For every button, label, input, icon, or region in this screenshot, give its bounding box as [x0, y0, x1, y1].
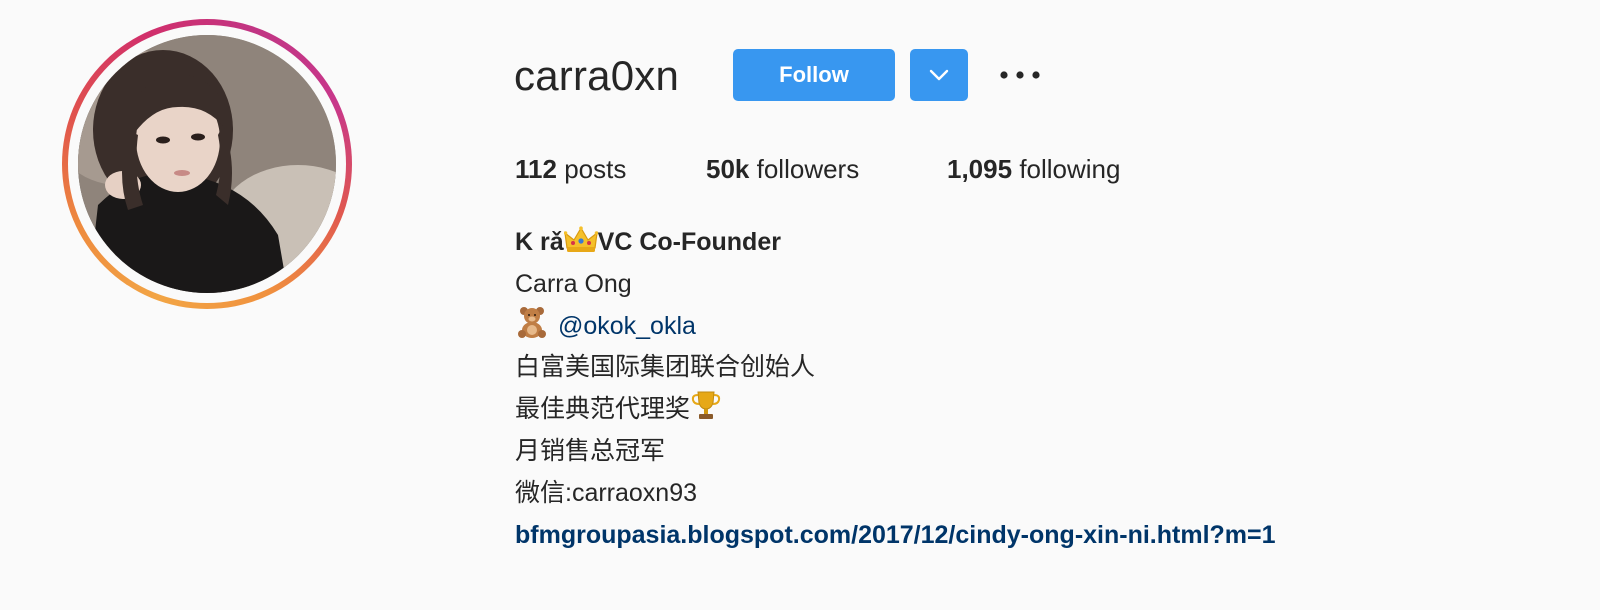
posts-label: posts [564, 154, 627, 184]
more-options-icon [1000, 71, 1040, 79]
profile-bio: K rǎ VC Co-Founder Carra Ong @okok_okla … [515, 222, 1276, 556]
posts-stat: 112 posts [515, 152, 626, 186]
bio-line-4: 微信:carraoxn93 [515, 478, 698, 507]
trophy-icon [690, 389, 722, 435]
crown-icon [563, 226, 598, 268]
bio-line-3: 月销售总冠军 [515, 436, 666, 465]
suggested-accounts-dropdown-button[interactable] [910, 49, 968, 101]
teddy-bear-icon [515, 306, 551, 352]
followers-stat[interactable]: 50k followers [706, 152, 859, 186]
bio-line-1: 白富美国际集团联合创始人 [515, 353, 816, 382]
more-options-button[interactable] [994, 55, 1046, 95]
username: carra0xn [514, 52, 680, 99]
profile-page: carra0xn Follow 112 posts 50k followers … [0, 0, 1600, 610]
followers-count: 50k [706, 154, 750, 184]
display-name-suffix: VC Co-Founder [597, 228, 781, 256]
following-count: 1,095 [947, 154, 1013, 184]
follow-button[interactable]: Follow [733, 49, 895, 101]
website-link[interactable]: bfmgroupasia.blogspot.com/2017/12/cindy-… [515, 515, 1276, 557]
chevron-down-icon [929, 69, 949, 81]
full-name: Carra Ong [515, 269, 632, 298]
following-stat[interactable]: 1,095 following [947, 152, 1120, 186]
bio-mention-line: @okok_okla [515, 306, 1276, 348]
display-name-prefix: K rǎ [515, 228, 564, 256]
avatar[interactable] [78, 35, 336, 293]
mention-link[interactable]: @okok_okla [558, 312, 696, 340]
avatar-story-ring[interactable] [62, 19, 352, 309]
followers-label: followers [756, 154, 860, 184]
bio-line-2: 最佳典范代理奖 [515, 389, 1276, 431]
bio-line-2-text: 最佳典范代理奖 [515, 395, 691, 424]
avatar-image [78, 35, 336, 293]
display-name: K rǎ VC Co-Founder [515, 222, 1276, 264]
posts-count: 112 [515, 154, 557, 184]
following-label: following [1019, 154, 1121, 184]
